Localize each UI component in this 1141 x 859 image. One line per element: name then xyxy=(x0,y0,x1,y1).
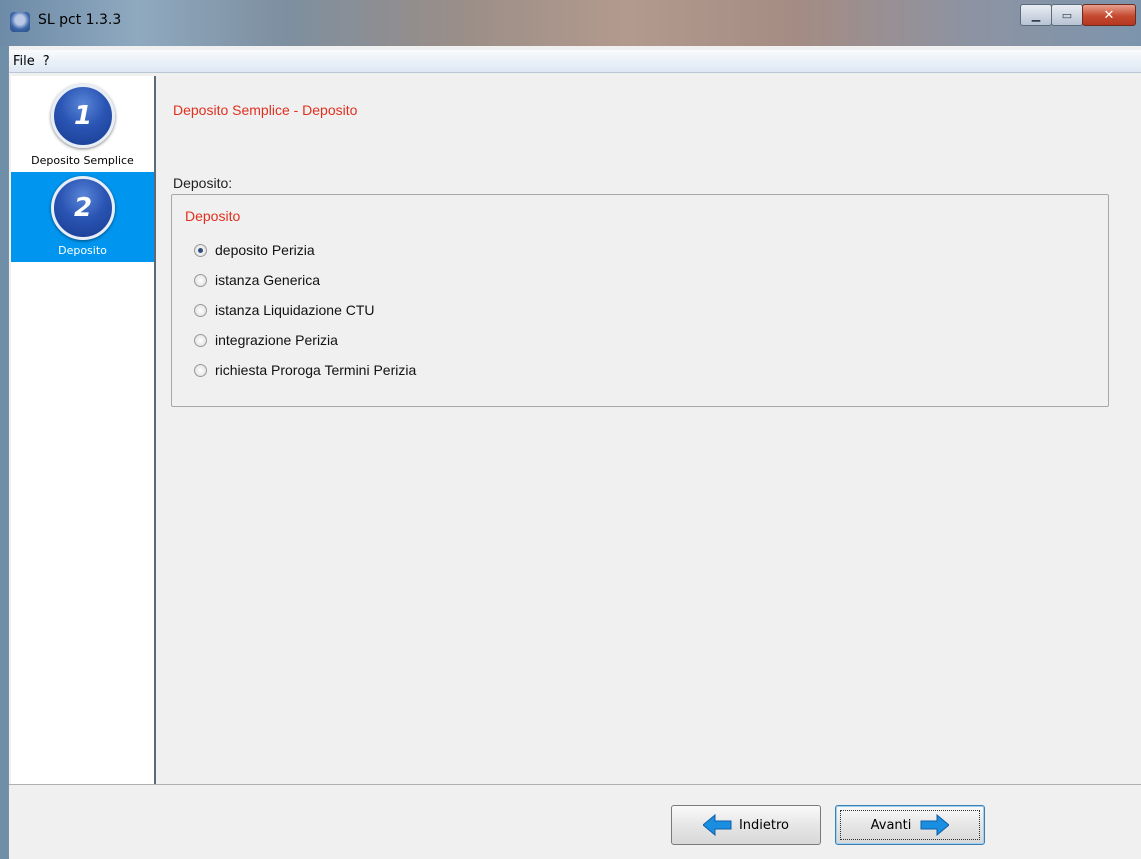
window-controls: ▁ ▭ ✕ xyxy=(1020,4,1136,26)
navigation-bar: Indietro Avanti xyxy=(9,784,1141,859)
radio-button[interactable] xyxy=(194,303,207,317)
arrow-right-icon xyxy=(920,814,950,836)
radio-label: deposito Perizia xyxy=(215,242,315,258)
radio-option-istanza-liquidazione-ctu[interactable]: istanza Liquidazione CTU xyxy=(194,299,375,321)
close-button[interactable]: ✕ xyxy=(1082,4,1136,26)
back-button[interactable]: Indietro xyxy=(671,805,821,845)
radio-label: integrazione Perizia xyxy=(215,332,338,348)
radio-label: istanza Generica xyxy=(215,272,321,288)
radio-label: istanza Liquidazione CTU xyxy=(215,302,375,318)
step-label: Deposito xyxy=(58,244,107,257)
deposito-option-group: Deposito deposito Perizia istanza Generi… xyxy=(171,194,1109,407)
window-title: SL pct 1.3.3 xyxy=(38,12,122,28)
app-window: File ? 1 Deposito Semplice 2 Deposito De… xyxy=(8,46,1141,859)
maximize-button[interactable]: ▭ xyxy=(1051,4,1083,26)
main-content: Deposito Semplice - Deposito Deposito: D… xyxy=(156,76,1140,784)
title-bar: SL pct 1.3.3 ▁ ▭ ✕ xyxy=(0,0,1141,46)
radio-label: richiesta Proroga Termini Perizia xyxy=(215,362,417,378)
back-button-label: Indietro xyxy=(738,817,790,833)
radio-option-istanza-generica[interactable]: istanza Generica xyxy=(194,269,320,291)
next-button-label: Avanti xyxy=(870,817,912,833)
arrow-left-icon xyxy=(702,814,732,836)
menu-bar: File ? xyxy=(9,50,1141,73)
wizard-steps-sidebar: 1 Deposito Semplice 2 Deposito xyxy=(11,76,156,784)
minimize-button[interactable]: ▁ xyxy=(1020,4,1052,26)
radio-option-integrazione-perizia[interactable]: integrazione Perizia xyxy=(194,329,338,351)
radio-option-deposito-perizia[interactable]: deposito Perizia xyxy=(194,239,315,261)
menu-file[interactable]: File xyxy=(9,54,41,69)
radio-button-checked[interactable] xyxy=(194,243,207,257)
step-number-badge: 1 xyxy=(51,84,115,148)
step-label: Deposito Semplice xyxy=(31,154,134,167)
step-number-badge: 2 xyxy=(51,176,115,240)
section-label: Deposito: xyxy=(173,175,233,191)
page-title: Deposito Semplice - Deposito xyxy=(173,102,358,118)
app-icon xyxy=(10,12,30,32)
menu-help[interactable]: ? xyxy=(41,54,56,69)
group-title: Deposito xyxy=(185,208,241,224)
radio-button[interactable] xyxy=(194,273,207,287)
radio-button[interactable] xyxy=(194,363,207,377)
step-item-deposito-semplice[interactable]: 1 Deposito Semplice xyxy=(11,76,154,172)
step-item-deposito[interactable]: 2 Deposito xyxy=(11,172,154,262)
radio-button[interactable] xyxy=(194,333,207,347)
next-button[interactable]: Avanti xyxy=(835,805,985,845)
radio-option-richiesta-proroga[interactable]: richiesta Proroga Termini Perizia xyxy=(194,359,416,381)
